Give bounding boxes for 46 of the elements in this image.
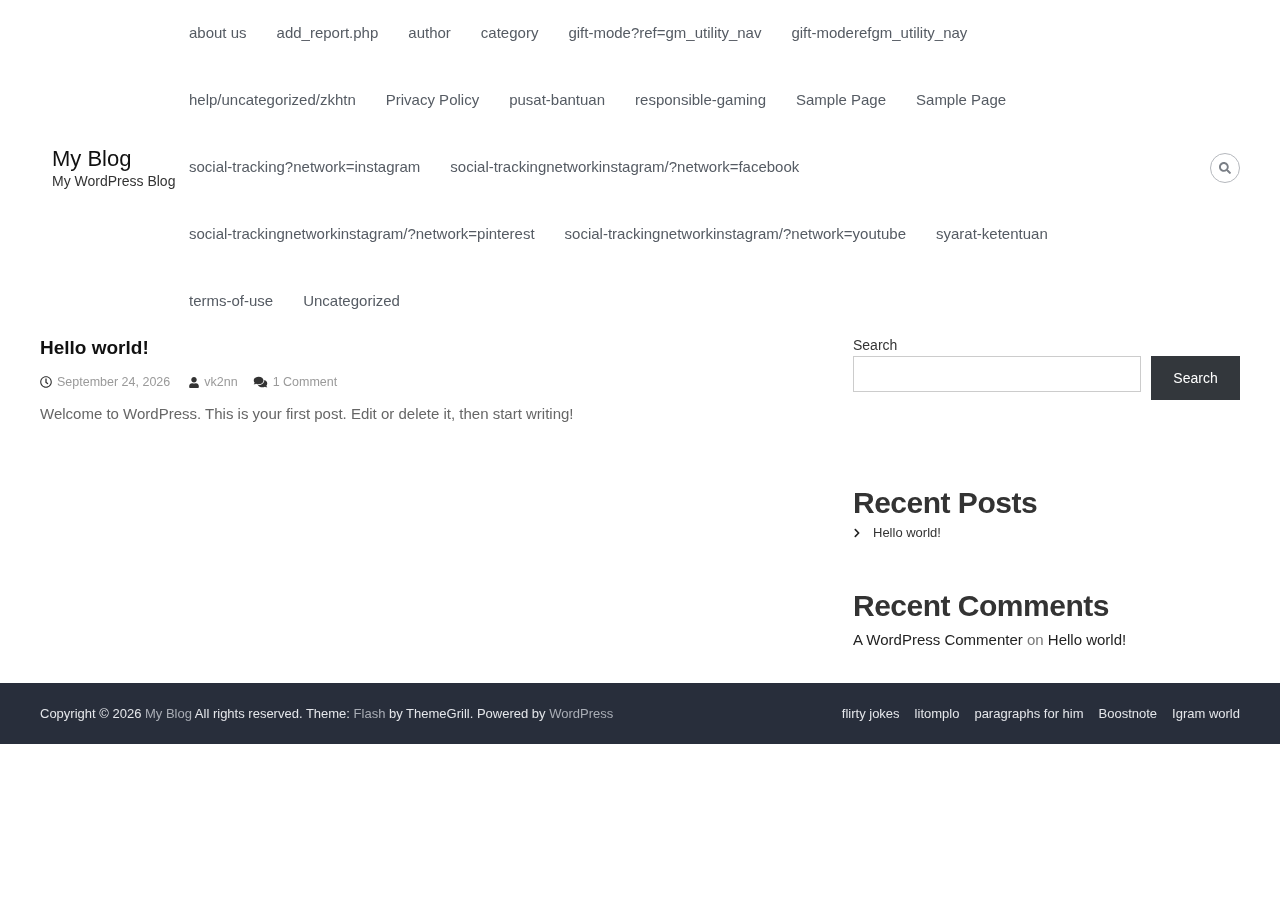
menu-link[interactable]: add_report.php [276, 22, 379, 45]
post-excerpt: Welcome to WordPress. This is your first post. Edit or delete it, then start writing! [40, 404, 575, 424]
post-title[interactable]: Hello world! [40, 336, 853, 360]
comment-post-link[interactable]: Hello world! [1047, 631, 1127, 648]
footer-menu-link[interactable]: litomplo [914, 703, 960, 724]
footer-menu-link[interactable]: Igram world [1172, 703, 1240, 724]
footer-menu-link[interactable]: paragraphs for him [974, 703, 1084, 724]
menu-link[interactable]: Uncategorized [303, 290, 400, 313]
site-tagline: My WordPress Blog [52, 171, 177, 190]
widget-title: Recent Comments [853, 588, 1110, 624]
search-field[interactable] [853, 356, 1141, 392]
menu-link[interactable]: Sample Page [916, 89, 1007, 112]
site-title[interactable]: My Blog [52, 145, 189, 172]
footer-menu-link[interactable]: flirty jokes [841, 703, 900, 724]
menu-link[interactable]: terms-of-use [189, 290, 274, 313]
menu-link[interactable]: Sample Page [795, 89, 887, 112]
menu-link[interactable]: category [480, 22, 539, 45]
recent-post-link[interactable]: Hello world! [873, 523, 941, 543]
footer-link[interactable]: WordPress [549, 705, 614, 721]
footer-link[interactable]: My Blog [145, 705, 192, 721]
menu-link[interactable]: help/uncategorized/zkhtn [189, 89, 356, 112]
menu-link[interactable]: Privacy Policy [385, 89, 480, 112]
menu-link[interactable]: author [408, 22, 451, 45]
menu-link[interactable]: social-tracking?network=instagram [189, 156, 421, 179]
search-submit-button[interactable]: Search [1151, 356, 1240, 400]
menu-link[interactable]: about us [189, 22, 247, 45]
menu-link[interactable]: social-trackingnetworkinstagram/?network=pinterest [189, 223, 535, 246]
menu-link[interactable]: pusat-bantuan [509, 89, 606, 112]
menu-link[interactable]: gift-mode?ref=gm_utility_nav [568, 22, 762, 45]
chevron-icon [853, 528, 861, 538]
user-icon [189, 376, 200, 388]
widget-title: Recent Posts [853, 485, 1039, 521]
comment-author-link[interactable]: A WordPress Commenter [853, 631, 1023, 648]
search-icon [1219, 161, 1231, 174]
search-label: Search [853, 336, 898, 355]
comments-icon [252, 376, 268, 388]
copyright-text: Copyright © 2026 My Blog All rights reserved. Theme: Flash by ThemeGrill. Powered by WordPress [40, 704, 614, 723]
footer-link[interactable]: Flash [353, 705, 386, 721]
menu-link[interactable]: responsible-gaming [635, 89, 766, 112]
menu-link[interactable]: gift-moderefgm_utility_nay [791, 22, 968, 45]
recent-comment: A WordPress Commenter on Hello world! [853, 630, 1128, 650]
footer-menu-link[interactable]: Boostnote [1098, 703, 1158, 724]
menu-link[interactable]: syarat-ketentuan [936, 223, 1048, 246]
clock-icon [40, 376, 52, 388]
menu-link[interactable]: social-trackingnetworkinstagram/?network=youtube [564, 223, 906, 246]
menu-link[interactable]: social-trackingnetworkinstagram/?network=facebook [450, 156, 800, 179]
